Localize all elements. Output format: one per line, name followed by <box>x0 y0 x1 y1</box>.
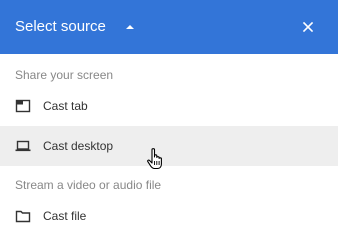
cast-source-dialog: Select source Share your screen Cast tab… <box>0 0 338 248</box>
folder-icon <box>15 210 31 223</box>
hand-pointer-icon <box>147 148 162 170</box>
header-title[interactable]: Select source <box>15 18 106 36</box>
laptop-icon <box>15 140 31 152</box>
close-icon[interactable] <box>299 18 317 36</box>
cast-tab-item[interactable]: Cast tab <box>0 86 338 126</box>
section-header-stream-file: Stream a video or audio file <box>15 178 162 192</box>
section-header-share-screen: Share your screen <box>15 68 114 82</box>
caret-up-icon[interactable] <box>124 22 136 32</box>
tab-window-icon <box>15 99 31 113</box>
cast-tab-label: Cast tab <box>43 99 88 113</box>
cast-file-label: Cast file <box>43 209 87 223</box>
cast-desktop-label: Cast desktop <box>43 139 114 153</box>
cast-file-item[interactable]: Cast file <box>0 196 338 236</box>
source-selector-header[interactable]: Select source <box>0 0 338 54</box>
cast-desktop-item[interactable]: Cast desktop <box>0 126 338 166</box>
